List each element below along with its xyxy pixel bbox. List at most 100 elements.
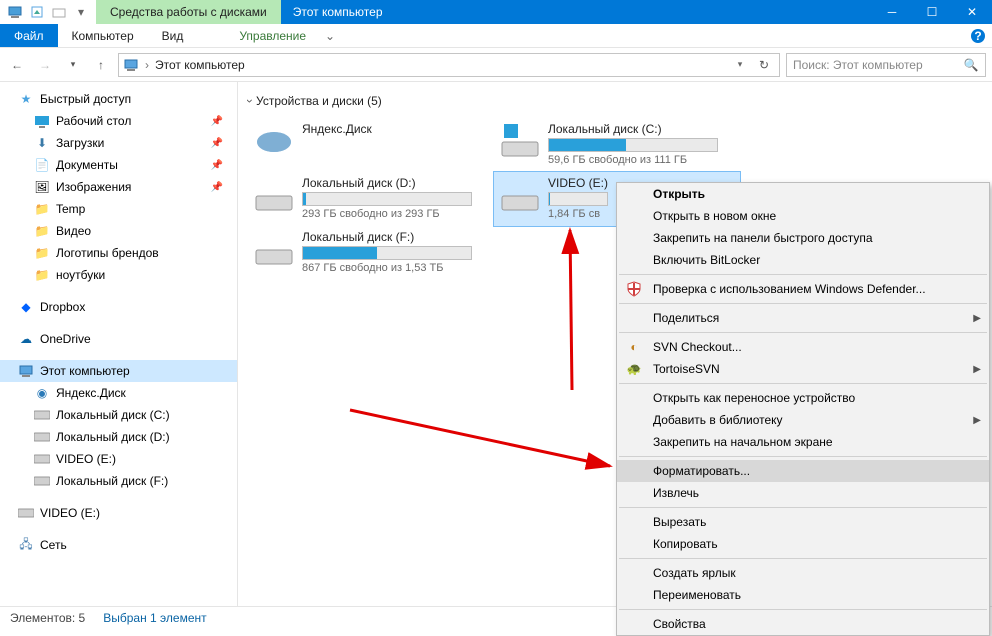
- folder-icon: 📁: [34, 245, 50, 261]
- sidebar-f-drive[interactable]: Локальный диск (F:): [0, 470, 237, 492]
- recent-dropdown-icon[interactable]: ▾: [62, 54, 84, 76]
- context-separator: [619, 303, 987, 304]
- context-defender[interactable]: Проверка с использованием Windows Defend…: [617, 278, 989, 300]
- sidebar-laptops[interactable]: 📁ноутбуки: [0, 264, 237, 286]
- maximize-button[interactable]: ☐: [912, 0, 952, 24]
- context-tortoisesvn[interactable]: 🐢TortoiseSVN▶: [617, 358, 989, 380]
- context-separator: [619, 507, 987, 508]
- qat-dropdown-icon[interactable]: ▾: [72, 3, 90, 21]
- desktop-icon: [34, 113, 50, 129]
- window-title-text: Этот компьютер: [293, 5, 872, 19]
- menu-file[interactable]: Файл: [0, 24, 58, 47]
- sidebar-logos[interactable]: 📁Логотипы брендов: [0, 242, 237, 264]
- refresh-button[interactable]: ↻: [753, 54, 775, 76]
- context-svn-checkout[interactable]: ◐SVN Checkout...: [617, 336, 989, 358]
- drive-f[interactable]: Локальный диск (F:) 867 ГБ свободно из 1…: [248, 226, 494, 280]
- sidebar-item-label: ноутбуки: [56, 268, 105, 282]
- minimize-button[interactable]: ─: [872, 0, 912, 24]
- up-button[interactable]: ↑: [90, 54, 112, 76]
- breadcrumb-separator-icon[interactable]: ›: [145, 58, 149, 72]
- menubar: Файл Компьютер Вид Управление ⌄ ?: [0, 24, 992, 48]
- chevron-down-icon[interactable]: ›: [243, 99, 257, 103]
- context-eject[interactable]: Извлечь: [617, 482, 989, 504]
- address-bar[interactable]: › Этот компьютер ▾ ↻: [118, 53, 780, 77]
- sidebar-video[interactable]: 📁 Видео: [0, 220, 237, 242]
- sidebar-pictures[interactable]: 🖼Изображения📌: [0, 176, 237, 198]
- forward-button[interactable]: →: [34, 54, 56, 76]
- context-format[interactable]: Форматировать...: [617, 460, 989, 482]
- sidebar-documents[interactable]: 📄Документы📌: [0, 154, 237, 176]
- sidebar-network[interactable]: 🖧Сеть: [0, 534, 237, 556]
- sidebar-e-drive-root[interactable]: VIDEO (E:): [0, 502, 237, 524]
- search-icon[interactable]: 🔍: [963, 57, 979, 73]
- sidebar-quick-access[interactable]: ★Быстрый доступ: [0, 88, 237, 110]
- tortoise-icon: 🐢: [625, 360, 643, 378]
- group-header[interactable]: › Устройства и диски (5): [248, 94, 982, 108]
- sidebar-desktop[interactable]: Рабочий стол📌: [0, 110, 237, 132]
- drive-name: Локальный диск (C:): [548, 122, 734, 136]
- context-properties[interactable]: Свойства: [617, 613, 989, 635]
- progress-bar: [302, 192, 472, 206]
- sidebar-item-label: Загрузки: [56, 136, 104, 150]
- pc-icon[interactable]: [6, 3, 24, 21]
- sidebar-c-drive[interactable]: Локальный диск (C:): [0, 404, 237, 426]
- properties-icon[interactable]: [28, 3, 46, 21]
- context-copy[interactable]: Копировать: [617, 533, 989, 555]
- context-pin-quick[interactable]: Закрепить на панели быстрого доступа: [617, 227, 989, 249]
- breadcrumb[interactable]: Этот компьютер: [155, 58, 245, 72]
- drive-subtext: 59,6 ГБ свободно из 111 ГБ: [548, 154, 734, 166]
- star-icon: ★: [18, 91, 34, 107]
- sidebar-downloads[interactable]: ⬇Загрузки📌: [0, 132, 237, 154]
- sidebar-e-drive[interactable]: VIDEO (E:): [0, 448, 237, 470]
- search-input[interactable]: Поиск: Этот компьютер 🔍: [786, 53, 986, 77]
- close-button[interactable]: ✕: [952, 0, 992, 24]
- context-label: Закрепить на панели быстрого доступа: [653, 231, 873, 245]
- help-button[interactable]: ?: [964, 24, 992, 47]
- address-dropdown-icon[interactable]: ▾: [729, 54, 751, 76]
- folder-icon: 📁: [34, 223, 50, 239]
- context-rename[interactable]: Переименовать: [617, 584, 989, 606]
- ribbon-context-tab[interactable]: Средства работы с дисками: [96, 0, 281, 24]
- context-bitlocker[interactable]: Включить BitLocker: [617, 249, 989, 271]
- drive-yandex[interactable]: Яндекс.Диск: [248, 118, 494, 172]
- context-shortcut[interactable]: Создать ярлык: [617, 562, 989, 584]
- sidebar-item-label: Видео: [56, 224, 91, 238]
- chevron-right-icon: ▶: [973, 415, 981, 426]
- navbar: ← → ▾ ↑ › Этот компьютер ▾ ↻ Поиск: Этот…: [0, 48, 992, 82]
- sidebar-this-pc[interactable]: Этот компьютер: [0, 360, 237, 382]
- ribbon-tab-label: Средства работы с дисками: [110, 5, 267, 19]
- ribbon-collapse-chevron-icon[interactable]: ⌄: [320, 24, 340, 47]
- menu-manage[interactable]: Управление: [225, 24, 320, 47]
- context-open-new-window[interactable]: Открыть в новом окне: [617, 205, 989, 227]
- sidebar-d-drive[interactable]: Локальный диск (D:): [0, 426, 237, 448]
- sidebar-onedrive[interactable]: ☁OneDrive: [0, 328, 237, 350]
- drive-icon: [500, 176, 540, 216]
- progress-bar: [548, 192, 608, 206]
- shield-icon: [625, 280, 643, 298]
- yandex-disk-icon: [254, 122, 294, 162]
- sidebar-yandex[interactable]: ◉Яндекс.Диск: [0, 382, 237, 404]
- context-label: Извлечь: [653, 486, 699, 500]
- sidebar-item-label: Dropbox: [40, 300, 85, 314]
- pc-icon: [123, 57, 139, 73]
- drive-icon: [254, 230, 294, 270]
- back-button[interactable]: ←: [6, 54, 28, 76]
- context-cut[interactable]: Вырезать: [617, 511, 989, 533]
- context-open[interactable]: Открыть: [617, 183, 989, 205]
- sidebar-item-label: Изображения: [56, 180, 131, 194]
- context-pin-start[interactable]: Закрепить на начальном экране: [617, 431, 989, 453]
- sidebar-dropbox[interactable]: ◆Dropbox: [0, 296, 237, 318]
- drive-d[interactable]: Локальный диск (D:) 293 ГБ свободно из 2…: [248, 172, 494, 226]
- drive-name: Яндекс.Диск: [302, 122, 488, 136]
- menu-view[interactable]: Вид: [148, 24, 198, 47]
- context-library[interactable]: Добавить в библиотеку▶: [617, 409, 989, 431]
- drive-c[interactable]: Локальный диск (C:) 59,6 ГБ свободно из …: [494, 118, 740, 172]
- sidebar-item-label: Temp: [56, 202, 85, 216]
- context-label: Открыть: [653, 187, 705, 201]
- context-share[interactable]: Поделиться▶: [617, 307, 989, 329]
- sidebar-temp[interactable]: 📁Temp: [0, 198, 237, 220]
- new-folder-icon[interactable]: [50, 3, 68, 21]
- menu-computer[interactable]: Компьютер: [58, 24, 148, 47]
- context-portable[interactable]: Открыть как переносное устройство: [617, 387, 989, 409]
- svg-text:?: ?: [974, 29, 981, 43]
